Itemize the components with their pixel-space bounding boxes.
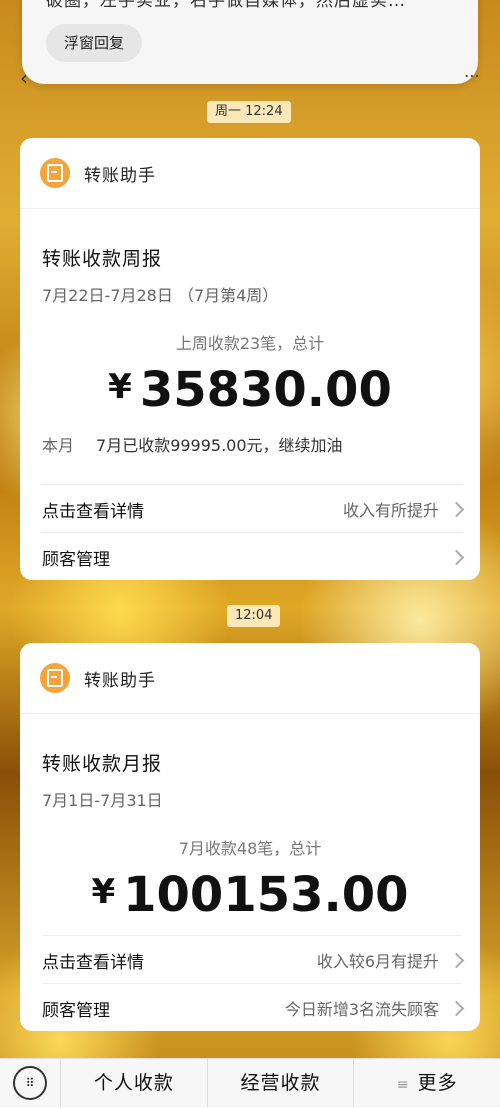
month-text: 7月已收款99995.00元，继续加油 bbox=[96, 436, 343, 455]
customer-management-row[interactable]: 顾客管理 bbox=[42, 532, 465, 580]
timestamp: 12:04 bbox=[227, 605, 281, 627]
more-icon[interactable]: ⋯ bbox=[464, 66, 480, 85]
report-date: 7月1日-7月31日 bbox=[42, 791, 163, 810]
view-details-hint: 收入有所提升 bbox=[342, 501, 439, 520]
bottom-menu-bar: ⠿ 个人收款 经营收款 ≡ 更多 bbox=[0, 1058, 500, 1107]
amount-value: 35830.00 bbox=[139, 362, 392, 418]
chevron-right-icon bbox=[448, 549, 465, 565]
floating-message-card[interactable]: 破圈，左手实业，右手做自媒体，然后虚实… 浮窗回复 bbox=[22, 0, 478, 84]
menu-icon: ≡ bbox=[396, 1077, 410, 1093]
customer-management-row[interactable]: 顾客管理 今日新增3名流失顾客 bbox=[42, 983, 465, 1031]
report-date: 7月22日-7月28日 （7月第4周） bbox=[42, 286, 279, 305]
view-details-label: 点击查看详情 bbox=[42, 952, 144, 973]
report-title: 转账收款月报 bbox=[42, 753, 163, 775]
message-preview: 破圈，左手实业，右手做自媒体，然后虚实… bbox=[46, 0, 406, 11]
transfer-assistant-icon bbox=[40, 158, 70, 188]
view-details-row[interactable]: 点击查看详情 收入有所提升 bbox=[42, 484, 465, 533]
card-header-title: 转账助手 bbox=[84, 165, 156, 186]
report-summary: 上周收款23笔，总计 bbox=[175, 334, 325, 353]
menu-more-label: 更多 bbox=[417, 1072, 458, 1094]
customer-management-hint: 今日新增3名流失顾客 bbox=[284, 1000, 439, 1019]
currency-symbol: ¥ bbox=[108, 367, 132, 407]
month-label: 本月 bbox=[42, 436, 75, 455]
chevron-right-icon bbox=[448, 501, 465, 517]
report-title: 转账收款周报 bbox=[42, 248, 163, 270]
card-header: 转账助手 bbox=[20, 138, 480, 209]
view-details-hint: 收入较6月有提升 bbox=[316, 952, 439, 971]
menu-more[interactable]: ≡ 更多 bbox=[354, 1059, 500, 1107]
monthly-report-card[interactable]: 转账助手 转账收款月报 7月1日-7月31日 7月收款48笔，总计 ¥10015… bbox=[20, 643, 480, 1031]
menu-personal-collection[interactable]: 个人收款 bbox=[61, 1059, 208, 1107]
card-header-title: 转账助手 bbox=[84, 670, 156, 691]
chevron-right-icon bbox=[448, 1000, 465, 1016]
view-details-row[interactable]: 点击查看详情 收入较6月有提升 bbox=[42, 935, 465, 984]
back-icon[interactable]: ‹ bbox=[20, 66, 28, 90]
timestamp: 周一 12:24 bbox=[207, 101, 291, 123]
amount-value: 100153.00 bbox=[123, 867, 409, 923]
view-details-label: 点击查看详情 bbox=[42, 501, 144, 522]
report-amount: ¥35830.00 bbox=[20, 362, 480, 418]
month-summary: 本月 7月已收款99995.00元，继续加油 bbox=[42, 432, 343, 456]
report-summary: 7月收款48笔，总计 bbox=[178, 839, 322, 858]
report-amount: ¥100153.00 bbox=[20, 867, 480, 923]
chevron-right-icon bbox=[448, 952, 465, 968]
customer-management-label: 顾客管理 bbox=[42, 549, 110, 570]
weekly-report-card[interactable]: 转账助手 转账收款周报 7月22日-7月28日 （7月第4周） 上周收款23笔，… bbox=[20, 138, 480, 580]
customer-management-label: 顾客管理 bbox=[42, 1000, 110, 1021]
float-reply-button[interactable]: 浮窗回复 bbox=[46, 24, 143, 62]
keyboard-icon: ⠿ bbox=[13, 1066, 47, 1100]
card-header: 转账助手 bbox=[20, 643, 480, 714]
transfer-assistant-icon bbox=[40, 663, 70, 693]
menu-business-collection[interactable]: 经营收款 bbox=[208, 1059, 355, 1107]
keyboard-toggle[interactable]: ⠿ bbox=[0, 1059, 61, 1107]
currency-symbol: ¥ bbox=[91, 872, 116, 912]
